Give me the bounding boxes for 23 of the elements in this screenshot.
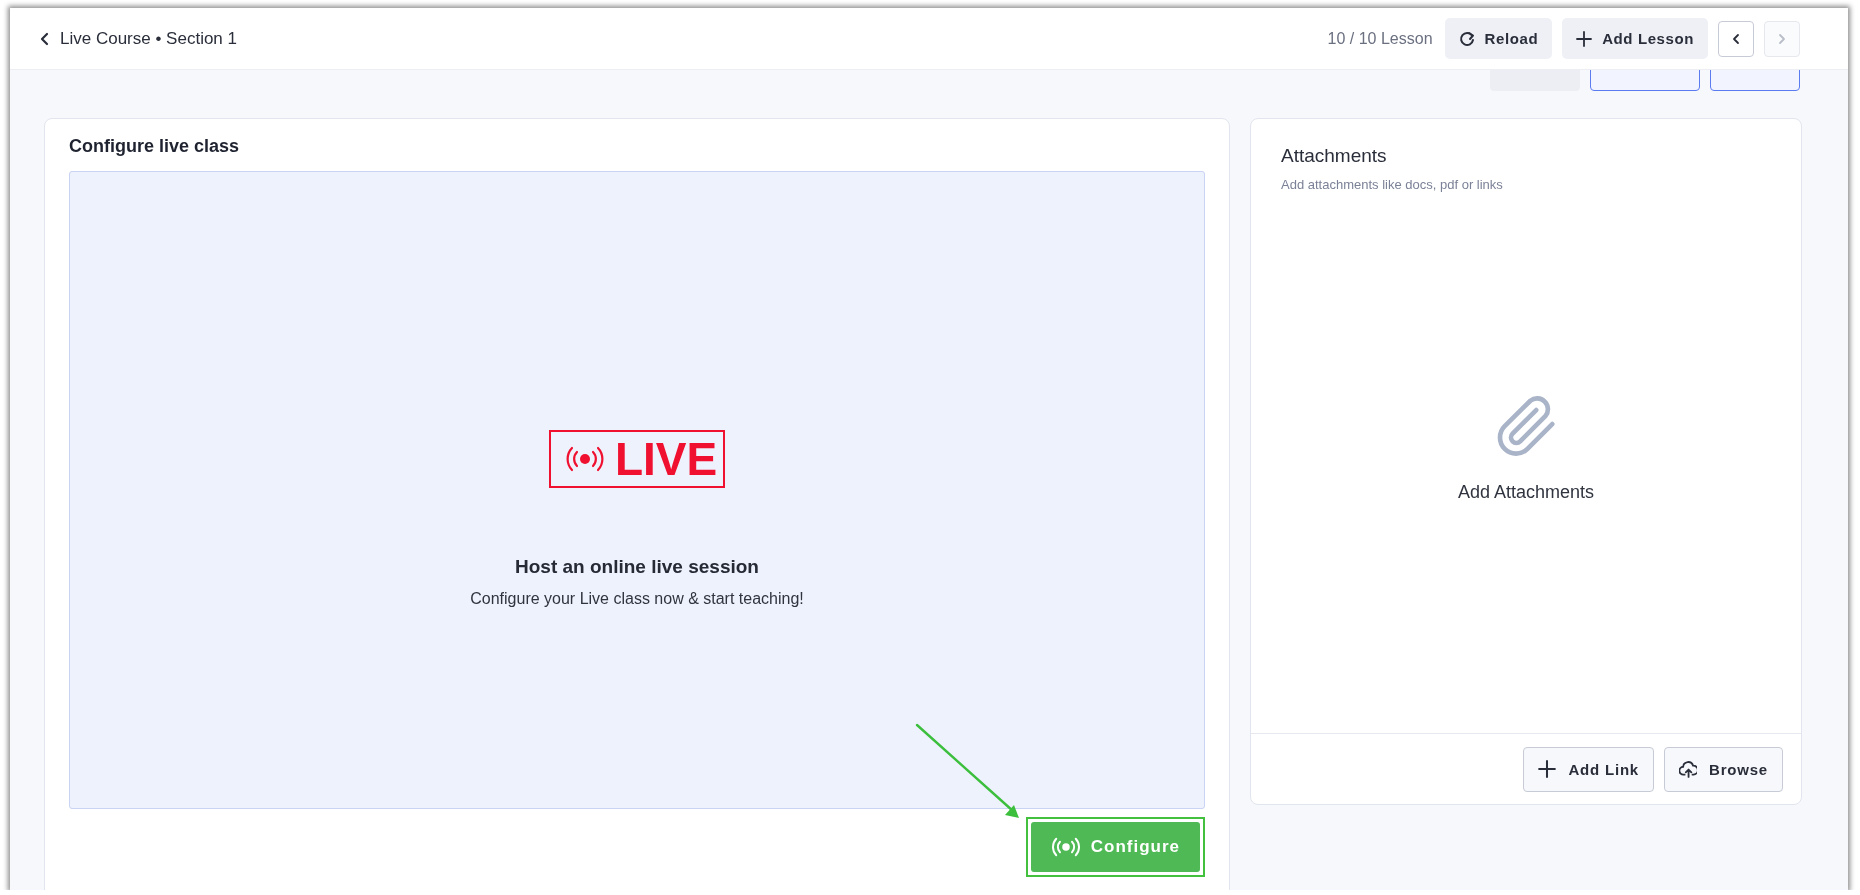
- lesson-count: 10 / 10 Lesson: [1327, 29, 1433, 48]
- attachments-subtitle: Add attachments like docs, pdf or links: [1281, 177, 1504, 192]
- empty-state-label: Add Attachments: [1457, 482, 1595, 503]
- live-badge: LIVE: [548, 430, 726, 488]
- reload-icon: [1458, 30, 1475, 47]
- attachments-title: Attachments: [1281, 145, 1388, 167]
- back-link[interactable]: Live Course • Section 1: [40, 28, 237, 49]
- reload-button[interactable]: Reload: [1444, 18, 1553, 59]
- chevron-left-icon: [40, 31, 50, 46]
- broadcast-icon: [1050, 837, 1081, 857]
- broadcast-icon: [564, 446, 605, 472]
- chevron-left-icon: [1731, 31, 1741, 46]
- previous-button[interactable]: [1718, 20, 1754, 57]
- live-heading: Host an online live session: [515, 556, 759, 578]
- card-title: Configure live class: [69, 136, 241, 157]
- plus-icon: [1576, 30, 1593, 47]
- add-link-button[interactable]: Add Link: [1523, 746, 1654, 792]
- live-subtext: Configure your Live class now & start teaching!: [470, 590, 804, 608]
- plus-icon: [1538, 760, 1557, 778]
- chevron-right-icon: [1777, 31, 1787, 46]
- browse-button[interactable]: Browse: [1664, 746, 1783, 792]
- cloud-upload-icon: [1679, 760, 1697, 778]
- add-lesson-button[interactable]: Add Lesson: [1562, 18, 1708, 59]
